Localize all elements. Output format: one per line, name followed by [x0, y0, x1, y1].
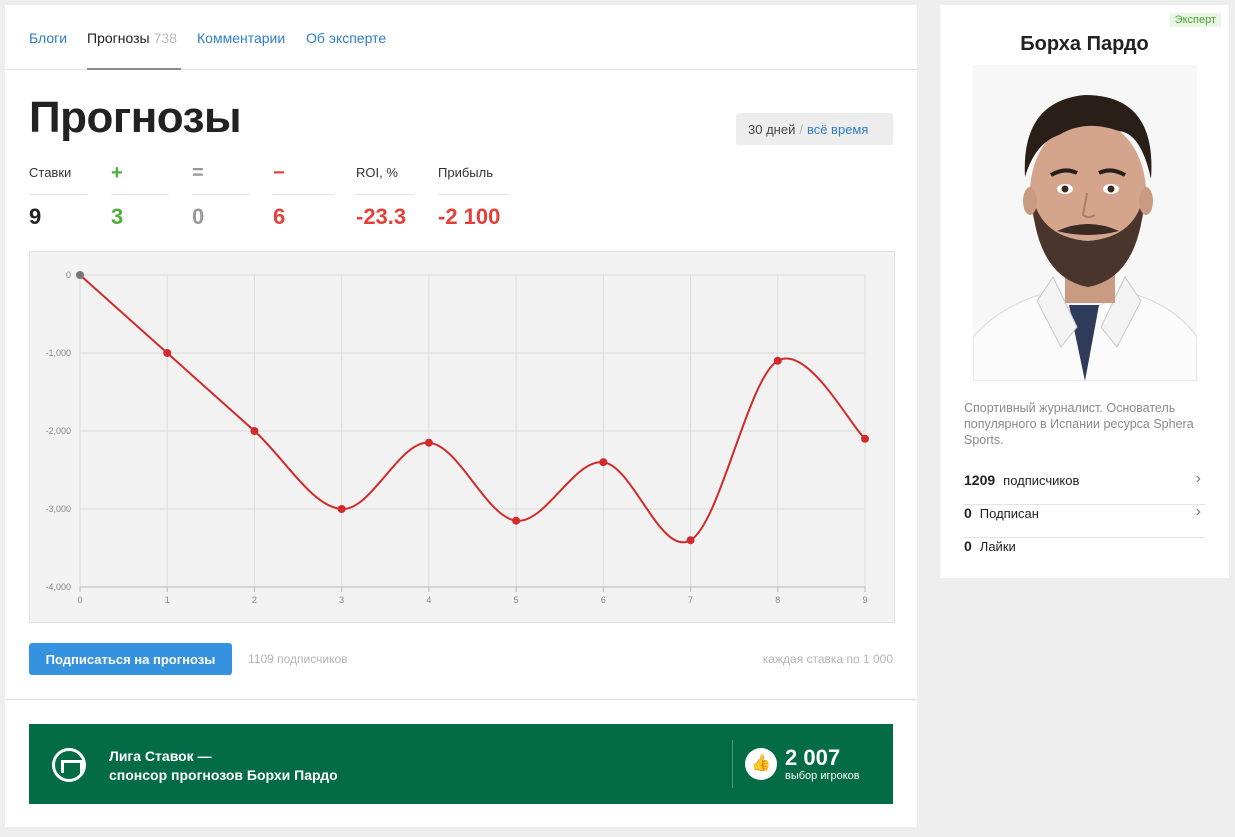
period-separator: /: [799, 122, 803, 137]
x-tick-label: 8: [775, 595, 780, 605]
x-tick-label: 0: [77, 595, 82, 605]
active-tab-underline: [87, 68, 181, 70]
sponsor-separator: [732, 740, 733, 788]
each-bet-note: каждая ставка по 1 000: [762, 652, 893, 666]
subscribe-forecasts-button[interactable]: Подписаться на прогнозы: [29, 643, 232, 675]
stat-bets-label: Ставки: [29, 165, 87, 195]
chevron-right-icon: ›: [1195, 503, 1201, 520]
likes-row: 0 Лайки: [964, 538, 1205, 571]
data-point: [76, 271, 84, 279]
sponsor-text: Лига Ставок — спонсор прогнозов Борхи Па…: [109, 747, 338, 785]
tab-comments[interactable]: Комментарии: [197, 30, 285, 46]
x-tick-label: 2: [252, 595, 257, 605]
period-30-days[interactable]: 30 дней: [748, 122, 795, 137]
tab-forecasts[interactable]: Прогнозы 738: [87, 30, 177, 46]
stat-wins: + 3: [111, 163, 169, 230]
stat-profit-label: Прибыль: [438, 165, 508, 195]
players-choice-count: 2 007: [785, 745, 841, 770]
y-tick-label: -3,000: [45, 504, 71, 514]
data-point: [512, 516, 521, 525]
data-point: [686, 536, 695, 545]
expert-name: Борха Пардо: [1020, 33, 1149, 55]
tab-about-expert[interactable]: Об эксперте: [306, 30, 386, 46]
tab-blogs[interactable]: Блоги: [29, 30, 67, 46]
stat-profit: Прибыль -2 100: [438, 165, 508, 230]
x-tick-label: 1: [165, 595, 170, 605]
y-tick-label: -2,000: [45, 426, 71, 436]
y-tick-label: -4,000: [45, 582, 71, 592]
x-tick-label: 5: [514, 595, 519, 605]
subscribers-label: подписчиков: [1003, 473, 1080, 488]
stat-draws-label: =: [192, 163, 250, 195]
stat-draws: = 0: [192, 163, 250, 230]
y-tick-label: -1,000: [45, 348, 71, 358]
data-point: [424, 438, 433, 447]
expert-bio: Спортивный журналист. Основатель популяр…: [964, 401, 1194, 447]
tab-bar: Блоги Прогнозы 738 Комментарии Об эксперт…: [5, 5, 917, 70]
stat-profit-value: -2 100: [438, 204, 501, 229]
period-switcher: 30 дней / всё время: [736, 113, 893, 145]
data-point: [861, 434, 869, 443]
likes-label: Лайки: [979, 539, 1016, 554]
tab-forecasts-count: 738: [153, 30, 177, 46]
x-tick-label: 9: [862, 595, 867, 605]
x-tick-label: 3: [339, 595, 344, 605]
y-tick-label: 0: [66, 270, 71, 280]
expert-sidebar: Эксперт Борха Пардо Спортивный журналист…: [940, 5, 1229, 578]
stat-wins-value: 3: [111, 204, 124, 229]
x-tick-label: 6: [601, 595, 606, 605]
stat-draws-value: 0: [192, 204, 205, 229]
main-panel: Блоги Прогнозы 738 Комментарии Об эксперт…: [5, 5, 917, 827]
stat-bets: Ставки 9: [29, 165, 87, 230]
profit-chart: 0 -1,000 -2,000 -3,000 -4,000 0 1 2 3 4 5 6 7 8 9: [29, 251, 895, 623]
x-tick-label: 7: [688, 595, 693, 605]
stat-losses-label: −: [273, 163, 334, 195]
stat-roi-label: ROI, %: [356, 165, 414, 195]
subscribers-row[interactable]: 1209 подписчиков ›: [964, 470, 1205, 505]
thumbs-up-icon: 👍: [745, 748, 777, 780]
data-point: [773, 356, 782, 365]
expert-badge: Эксперт: [1169, 13, 1221, 27]
data-point: [163, 349, 172, 357]
subscribed-label: Подписан: [979, 506, 1039, 521]
section-divider: [5, 699, 917, 700]
subscribers-count: 1109 подписчиков: [248, 652, 348, 666]
subscribed-row[interactable]: 0 Подписан ›: [964, 503, 1205, 538]
subscribers-number: 1209: [964, 472, 996, 488]
data-point: [599, 458, 608, 467]
likes-number: 0: [964, 538, 972, 554]
stat-wins-label: +: [111, 163, 169, 195]
data-point: [250, 427, 259, 435]
sponsor-banner[interactable]: Лига Ставок — спонсор прогнозов Борхи Па…: [29, 724, 893, 804]
sponsor-line-2: спонсор прогнозов Борхи Пардо: [109, 767, 338, 783]
data-point: [337, 505, 346, 513]
stat-roi: ROI, % -23.3: [356, 165, 414, 230]
players-choice-label: выбор игроков: [785, 770, 860, 782]
x-tick-label: 4: [426, 595, 431, 605]
chevron-right-icon: ›: [1195, 470, 1201, 487]
stat-losses: − 6: [273, 163, 334, 230]
period-all-time[interactable]: всё время: [807, 122, 868, 137]
profit-chart-svg: 0 -1,000 -2,000 -3,000 -4,000 0 1 2 3 4 5 6 7 8 9: [45, 270, 869, 605]
expert-portrait: [973, 65, 1197, 381]
stat-losses-value: 6: [273, 204, 286, 229]
tab-forecasts-label: Прогнозы: [87, 30, 150, 46]
stat-bets-value: 9: [29, 204, 42, 229]
sponsor-line-1: Лига Ставок —: [109, 748, 212, 764]
subscribed-number: 0: [964, 505, 972, 521]
expert-photo: [973, 65, 1197, 381]
liga-stavok-logo-icon: [52, 748, 86, 782]
stat-roi-value: -23.3: [356, 204, 407, 229]
page-title: Прогнозы: [29, 93, 242, 142]
